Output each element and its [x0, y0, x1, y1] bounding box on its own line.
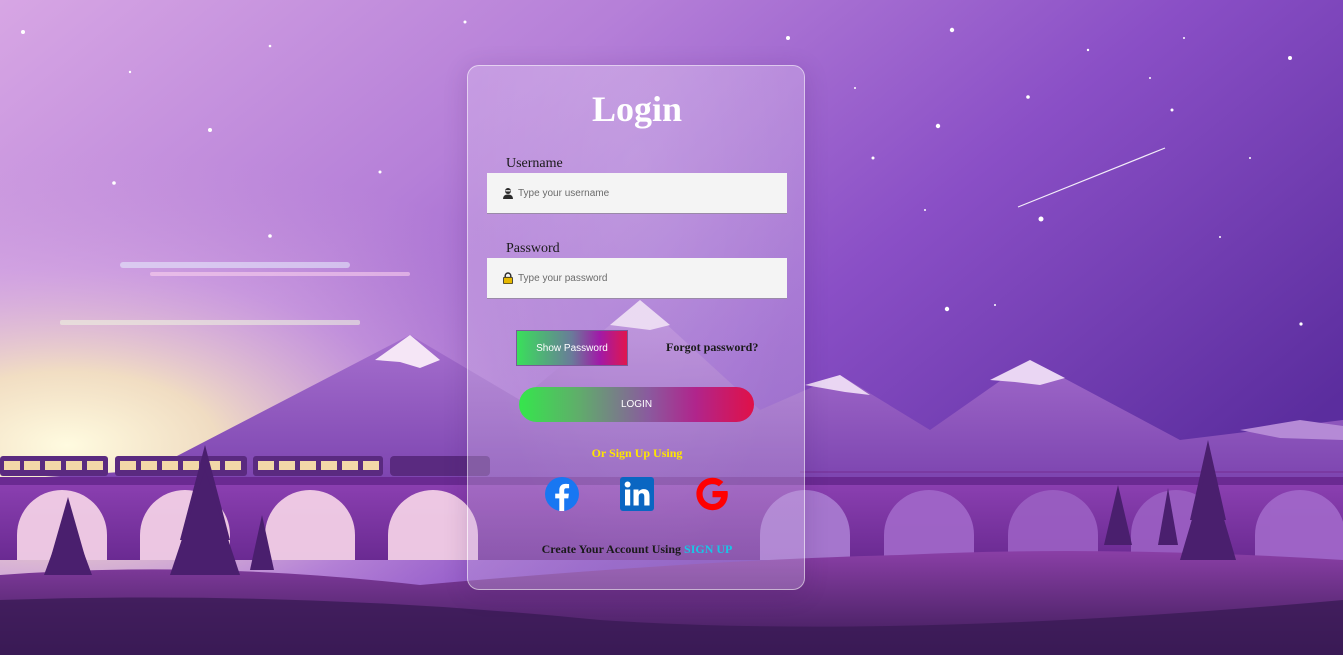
create-account-label: Create Your Account Using	[541, 542, 682, 556]
password-label: Password	[506, 241, 560, 256]
username-input[interactable]	[518, 173, 778, 213]
sign-up-link[interactable]: SIGN UP	[684, 542, 732, 556]
show-password-button[interactable]: Show Password	[516, 330, 628, 366]
user-icon	[503, 188, 513, 199]
login-title: Login	[591, 89, 683, 129]
facebook-icon[interactable]	[544, 476, 580, 512]
forgot-password-link[interactable]: Forgot password?	[666, 340, 758, 355]
create-account-text: Create Your Account Using SIGN UP	[0, 542, 1274, 557]
login-card	[467, 65, 805, 590]
password-input[interactable]	[518, 258, 778, 298]
or-sign-up-text: Or Sign Up Using	[591, 446, 683, 460]
username-field[interactable]	[487, 173, 787, 214]
username-label: Username	[506, 156, 563, 171]
password-field[interactable]	[487, 258, 787, 299]
login-button[interactable]: LOGIN	[519, 387, 754, 422]
linkedin-icon[interactable]	[620, 477, 654, 511]
google-icon[interactable]	[694, 476, 730, 512]
lock-icon	[503, 272, 513, 284]
